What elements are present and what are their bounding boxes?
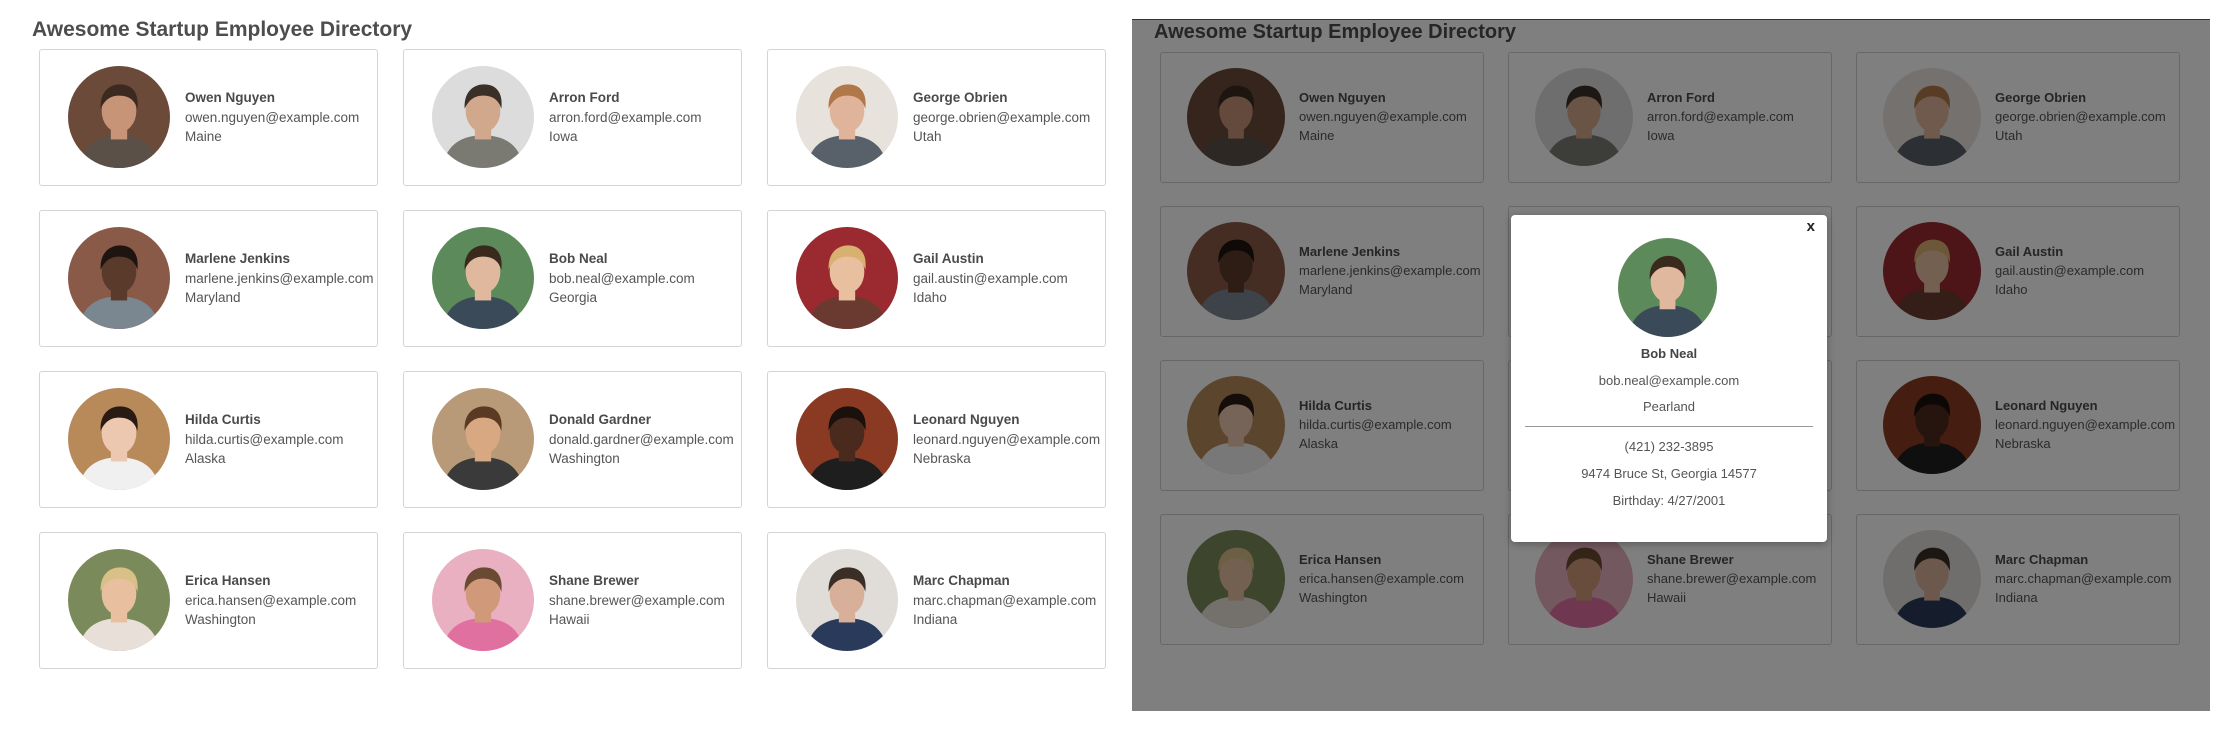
employee-name: Marlene Jenkins: [185, 251, 291, 266]
employee-location: Maine: [185, 129, 222, 145]
employee-location: Maryland: [185, 290, 241, 306]
employee-location: Iowa: [549, 129, 578, 145]
employee-card[interactable]: Leonard Nguyen leonard.nguyen@example.com…: [767, 371, 1106, 508]
portrait-photo-icon: [796, 66, 898, 168]
portrait-photo-icon: [68, 549, 170, 651]
directory-page-right: Awesome Startup Employee Directory Owen …: [1132, 19, 2210, 711]
modal-birthday: Birthday: 4/27/2001: [1612, 493, 1726, 508]
employee-email: leonard.nguyen@example.com: [913, 431, 1101, 447]
portrait-photo-icon: [432, 388, 534, 490]
employee-location: Washington: [549, 451, 620, 467]
employee-location: Hawaii: [549, 612, 590, 628]
employee-card[interactable]: Marc Chapman marc.chapman@example.com Indi…: [767, 532, 1106, 669]
employee-info: Erica Hansen erica.hansen@example.com Wash…: [185, 571, 356, 630]
employee-card[interactable]: Shane Brewer shane.brewer@example.com Hawa…: [403, 532, 742, 669]
modal-address: 9474 Bruce St, Georgia 14577: [1581, 466, 1757, 481]
directory-page-left: Awesome Startup Employee Directory Owen …: [0, 0, 1130, 744]
employee-card[interactable]: George Obrien george.obrien@example.com Ut…: [767, 49, 1106, 186]
employee-name: Gail Austin: [913, 251, 984, 266]
portrait-photo-icon: [68, 388, 170, 490]
employee-modal: x Bob Neal bob.neal@example.com Pearland…: [1511, 215, 1827, 542]
employee-email: arron.ford@example.com: [549, 109, 702, 125]
portrait-photo-icon: [68, 66, 170, 168]
employee-email: marc.chapman@example.com: [913, 592, 1097, 608]
employee-email: erica.hansen@example.com: [185, 592, 357, 608]
employee-card[interactable]: Bob Neal bob.neal@example.com Georgia: [403, 210, 742, 347]
portrait-photo-icon: [432, 227, 534, 329]
employee-info: Donald Gardner donald.gardner@example.com…: [549, 410, 734, 469]
employee-card[interactable]: Donald Gardner donald.gardner@example.com…: [403, 371, 742, 508]
portrait-photo-icon: [432, 66, 534, 168]
page-title: Awesome Startup Employee Directory: [32, 18, 413, 41]
employee-info: Leonard Nguyen leonard.nguyen@example.com…: [913, 410, 1100, 469]
employee-info: Owen Nguyen owen.nguyen@example.com Maine: [185, 88, 359, 147]
employee-name: Erica Hansen: [185, 573, 271, 588]
employee-location: Washington: [185, 612, 256, 628]
employee-email: gail.austin@example.com: [913, 270, 1068, 286]
employee-info: Marc Chapman marc.chapman@example.com Indi…: [913, 571, 1096, 630]
employee-name: Shane Brewer: [549, 573, 640, 588]
employee-email: bob.neal@example.com: [549, 270, 695, 286]
employee-email: shane.brewer@example.com: [549, 592, 725, 608]
portrait-photo-icon: [796, 549, 898, 651]
modal-divider: [1525, 426, 1813, 427]
modal-name: Bob Neal: [1640, 346, 1698, 361]
employee-grid: Owen Nguyen owen.nguyen@example.com Maine A…: [39, 49, 1106, 669]
employee-email: owen.nguyen@example.com: [185, 109, 360, 125]
portrait-photo-icon: [796, 227, 898, 329]
employee-info: George Obrien george.obrien@example.com Ut…: [913, 88, 1090, 147]
employee-name: Owen Nguyen: [185, 90, 276, 105]
employee-email: hilda.curtis@example.com: [185, 431, 344, 447]
employee-info: Bob Neal bob.neal@example.com Georgia: [549, 249, 695, 308]
employee-card[interactable]: Gail Austin gail.austin@example.com Idaho: [767, 210, 1106, 347]
employee-email: donald.gardner@example.com: [549, 431, 734, 447]
employee-name: Bob Neal: [549, 251, 608, 266]
modal-city: Pearland: [1642, 399, 1696, 414]
employee-email: marlene.jenkins@example.com: [185, 270, 374, 286]
employee-card[interactable]: Arron Ford arron.ford@example.com Iowa: [403, 49, 742, 186]
employee-card[interactable]: Hilda Curtis hilda.curtis@example.com Alas…: [39, 371, 378, 508]
employee-location: Indiana: [913, 612, 958, 628]
employee-card[interactable]: Marlene Jenkins marlene.jenkins@example.c…: [39, 210, 378, 347]
modal-phone: (421) 232-3895: [1624, 439, 1714, 454]
employee-card[interactable]: Owen Nguyen owen.nguyen@example.com Maine: [39, 49, 378, 186]
employee-name: Hilda Curtis: [185, 412, 261, 427]
employee-location: Georgia: [549, 290, 598, 306]
employee-info: Marlene Jenkins marlene.jenkins@example.c…: [185, 249, 374, 308]
employee-location: Nebraska: [913, 451, 971, 467]
employee-location: Utah: [913, 129, 942, 145]
portrait-photo-icon: [432, 549, 534, 651]
employee-card[interactable]: Erica Hansen erica.hansen@example.com Wash…: [39, 532, 378, 669]
portrait-photo-icon: [68, 227, 170, 329]
employee-email: george.obrien@example.com: [913, 109, 1091, 125]
employee-info: Hilda Curtis hilda.curtis@example.com Alas…: [185, 410, 344, 469]
employee-location: Alaska: [185, 451, 226, 467]
close-button[interactable]: x: [1807, 218, 1815, 236]
employee-name: Leonard Nguyen: [913, 412, 1020, 427]
employee-location: Idaho: [913, 290, 947, 306]
modal-email: bob.neal@example.com: [1598, 373, 1740, 388]
employee-info: Gail Austin gail.austin@example.com Idaho: [913, 249, 1068, 308]
employee-info: Arron Ford arron.ford@example.com Iowa: [549, 88, 702, 147]
employee-name: Marc Chapman: [913, 573, 1010, 588]
portrait-photo-icon: [1618, 238, 1717, 337]
employee-name: George Obrien: [913, 90, 1008, 105]
portrait-photo-icon: [796, 388, 898, 490]
employee-name: Arron Ford: [549, 90, 620, 105]
employee-name: Donald Gardner: [549, 412, 652, 427]
employee-info: Shane Brewer shane.brewer@example.com Hawa…: [549, 571, 725, 630]
